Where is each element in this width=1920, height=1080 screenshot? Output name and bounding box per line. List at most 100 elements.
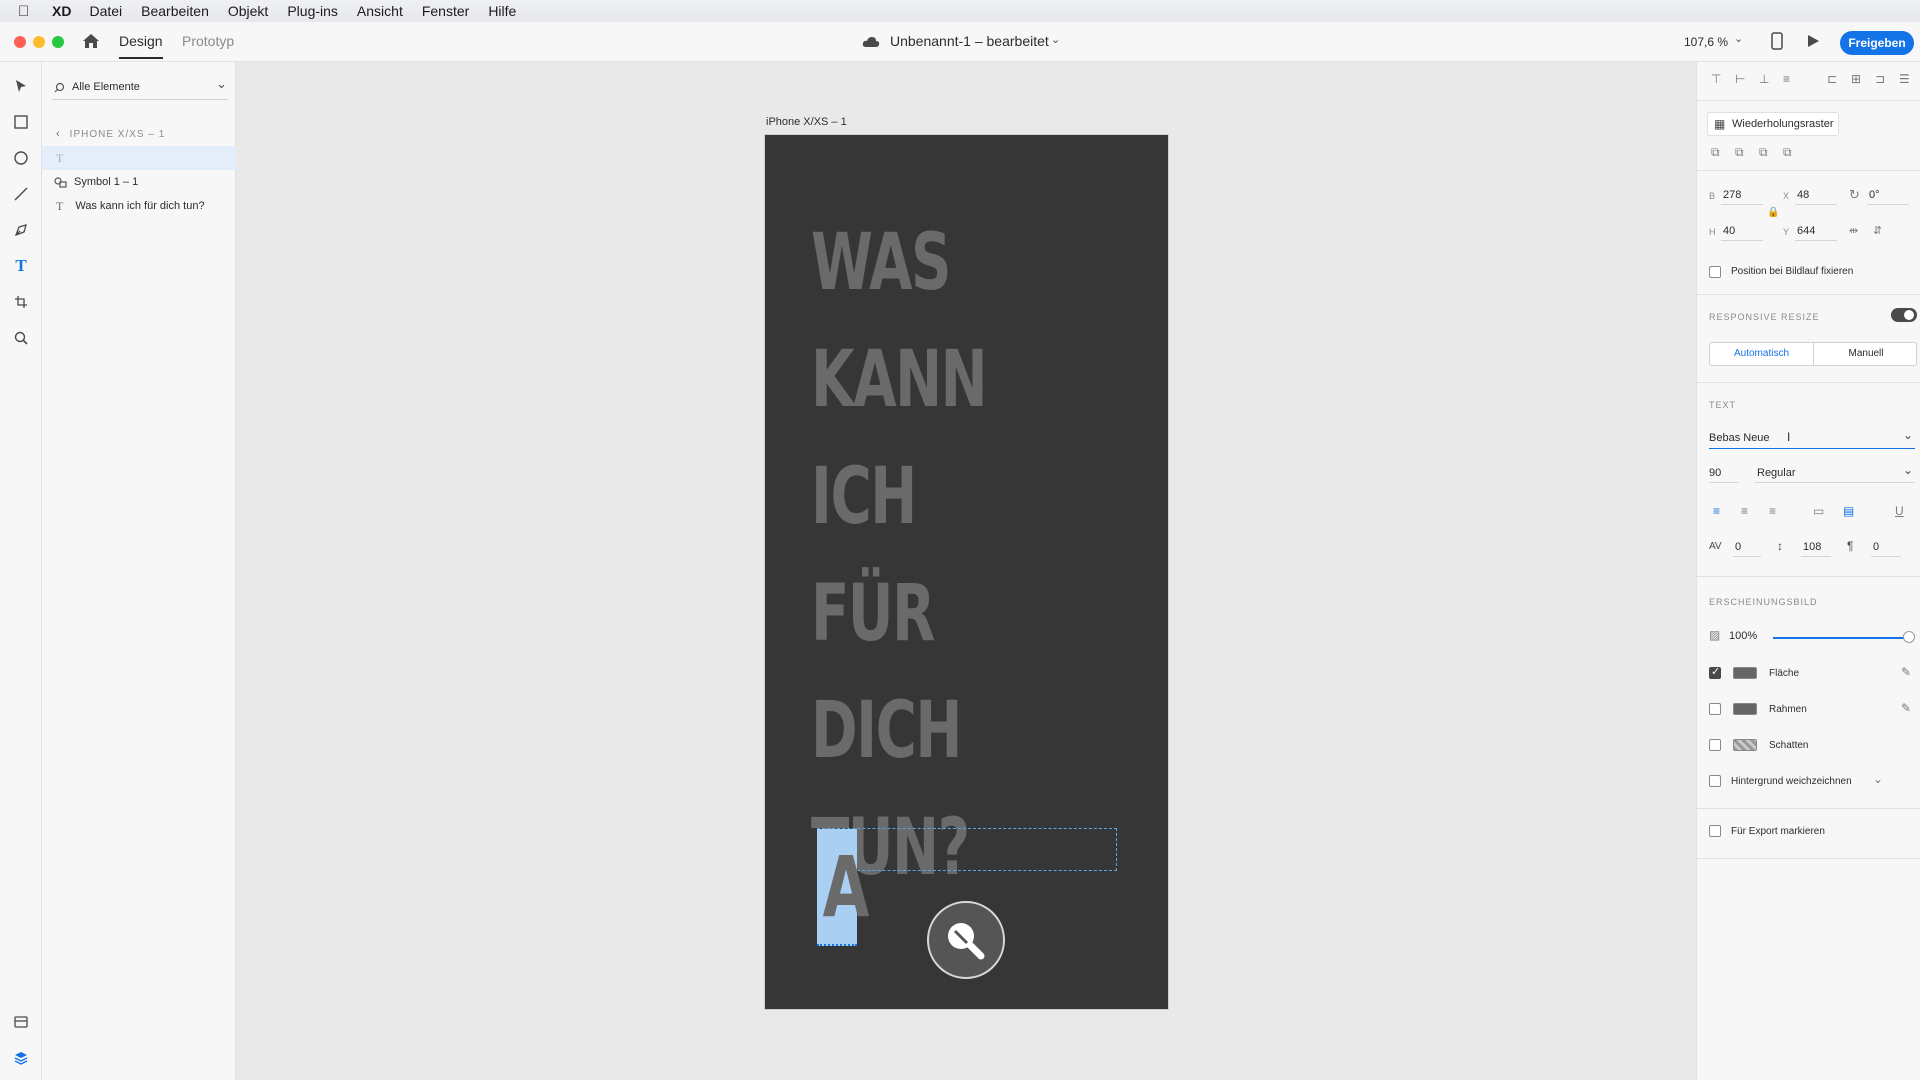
ellipse-tool-icon[interactable] <box>11 148 31 168</box>
divider <box>1697 382 1920 383</box>
flip-horizontal-icon[interactable]: ⇹ <box>1849 224 1858 237</box>
border-checkbox[interactable] <box>1709 703 1721 715</box>
eyedropper-icon[interactable]: ✎ <box>1901 701 1911 715</box>
character-spacing-field[interactable]: 0 <box>1735 541 1741 553</box>
y-field[interactable]: 644 <box>1797 225 1815 237</box>
paragraph-spacing-field[interactable]: 0 <box>1873 541 1879 553</box>
select-tool-icon[interactable] <box>11 76 31 96</box>
lock-icon[interactable]: 🔒 <box>1767 207 1779 218</box>
layers-breadcrumb[interactable]: ‹ IPHONE X/XS – 1 <box>42 122 236 146</box>
layers-icon[interactable] <box>11 1048 31 1068</box>
apple-icon[interactable]:  <box>18 3 40 20</box>
boolean-intersect-icon[interactable]: ⧉ <box>1759 145 1768 160</box>
menu-fenster[interactable]: Fenster <box>422 3 469 19</box>
home-icon[interactable] <box>82 33 100 49</box>
chevron-down-icon[interactable]: ⌄ <box>1051 33 1060 46</box>
repeat-grid-button[interactable]: ▦ Wiederholungsraster <box>1707 112 1839 136</box>
document-title[interactable]: Unbenannt-1 – bearbeitet <box>890 33 1049 49</box>
layer-item[interactable]: T <box>42 146 236 170</box>
opacity-slider-track[interactable] <box>1773 637 1909 639</box>
font-weight-select[interactable]: Regular <box>1757 467 1796 479</box>
responsive-auto-button[interactable]: Automatisch <box>1710 343 1814 365</box>
menu-hilfe[interactable]: Hilfe <box>488 3 516 19</box>
tab-prototype[interactable]: Prototyp <box>182 33 234 49</box>
align-right-icon[interactable]: ⊐ <box>1875 72 1885 86</box>
artboard[interactable]: WAS KANN ICH FÜR DICH TUN? A <box>764 134 1169 1010</box>
rotation-field[interactable]: 0° <box>1869 189 1880 201</box>
eyedropper-icon[interactable]: ✎ <box>1901 665 1911 679</box>
menu-bearbeiten[interactable]: Bearbeiten <box>141 3 209 19</box>
chevron-down-icon[interactable]: ⌄ <box>1903 428 1913 442</box>
rotate-icon: ↻ <box>1849 187 1860 202</box>
responsive-manual-button[interactable]: Manuell <box>1814 343 1918 365</box>
editing-text[interactable]: A <box>823 829 870 946</box>
fill-swatch[interactable] <box>1733 667 1757 679</box>
search-symbol[interactable] <box>927 901 1005 979</box>
x-field[interactable]: 48 <box>1797 189 1809 201</box>
chevron-down-icon[interactable]: ⌄ <box>216 76 227 92</box>
line-tool-icon[interactable] <box>11 184 31 204</box>
boolean-add-icon[interactable]: ⧉ <box>1711 145 1720 160</box>
shadow-checkbox[interactable] <box>1709 739 1721 751</box>
close-window-button[interactable] <box>14 36 26 48</box>
headline-text[interactable]: WAS KANN ICH FÜR DICH TUN? <box>811 205 1056 907</box>
flip-vertical-icon[interactable]: ⇵ <box>1873 224 1882 237</box>
height-field[interactable]: 40 <box>1723 225 1735 237</box>
boolean-exclude-icon[interactable]: ⧉ <box>1783 145 1792 160</box>
menu-plugins[interactable]: Plug-ins <box>287 3 338 19</box>
minimize-window-button[interactable] <box>33 36 45 48</box>
line-spacing-field[interactable]: 108 <box>1803 541 1821 553</box>
pen-tool-icon[interactable] <box>11 220 31 240</box>
layer-item[interactable]: Symbol 1 – 1 <box>42 170 236 194</box>
background-blur-checkbox[interactable] <box>1709 775 1721 787</box>
export-checkbox[interactable] <box>1709 825 1721 837</box>
assets-icon[interactable] <box>11 1012 31 1032</box>
fill-checkbox[interactable] <box>1709 665 1721 679</box>
text-align-left-icon[interactable]: ≡ <box>1713 504 1720 518</box>
layer-search-input[interactable]: Alle Elemente ⌄ <box>52 76 228 100</box>
x-label: X <box>1783 191 1791 201</box>
text-tool-icon[interactable]: T <box>11 256 31 276</box>
underline-icon[interactable]: U <box>1895 504 1904 518</box>
fix-position-checkbox[interactable] <box>1709 266 1721 278</box>
shadow-swatch[interactable] <box>1733 739 1757 751</box>
align-left-icon[interactable]: ⊏ <box>1827 72 1837 86</box>
tab-design[interactable]: Design <box>119 33 163 59</box>
auto-width-icon[interactable]: ▭ <box>1813 504 1824 518</box>
align-top-icon[interactable]: ⊤ <box>1711 72 1721 86</box>
artboard-label[interactable]: iPhone X/XS – 1 <box>766 116 847 128</box>
share-button[interactable]: Freigeben <box>1840 31 1914 55</box>
font-family-select[interactable]: Bebas Neue <box>1709 432 1770 444</box>
layer-item[interactable]: T Was kann ich für dich tun? <box>42 194 236 218</box>
align-middle-icon[interactable]: ⊢ <box>1735 72 1745 86</box>
text-align-right-icon[interactable]: ≡ <box>1769 504 1776 518</box>
chevron-down-icon[interactable]: ⌄ <box>1903 463 1913 477</box>
menu-ansicht[interactable]: Ansicht <box>357 3 403 19</box>
play-icon[interactable] <box>1806 34 1820 48</box>
zoom-level[interactable]: 107,6 % <box>1684 35 1728 49</box>
boolean-subtract-icon[interactable]: ⧉ <box>1735 145 1744 160</box>
align-center-icon[interactable]: ⊞ <box>1851 72 1861 86</box>
responsive-resize-toggle[interactable] <box>1891 308 1917 322</box>
device-preview-icon[interactable] <box>1771 32 1783 50</box>
text-align-center-icon[interactable]: ≡ <box>1741 504 1748 518</box>
width-field[interactable]: 278 <box>1723 189 1741 201</box>
underline <box>1721 240 1763 241</box>
chevron-down-icon[interactable]: ⌄ <box>1873 772 1883 786</box>
align-bottom-icon[interactable]: ⊥ <box>1759 72 1769 86</box>
distribute-vertical-icon[interactable]: ≡ <box>1783 72 1790 86</box>
opacity-slider-handle[interactable] <box>1903 631 1915 643</box>
rectangle-tool-icon[interactable] <box>11 112 31 132</box>
chevron-down-icon[interactable]: ⌄ <box>1734 32 1743 45</box>
zoom-tool-icon[interactable] <box>11 328 31 348</box>
artboard-tool-icon[interactable] <box>11 292 31 312</box>
app-menu[interactable]: XD <box>52 3 71 19</box>
fixed-size-icon[interactable]: ▤ <box>1843 504 1854 518</box>
distribute-horizontal-icon[interactable]: ☰ <box>1899 72 1910 86</box>
zoom-window-button[interactable] <box>52 36 64 48</box>
menu-objekt[interactable]: Objekt <box>228 3 268 19</box>
opacity-field[interactable]: 100% <box>1729 630 1757 642</box>
border-swatch[interactable] <box>1733 703 1757 715</box>
font-size-field[interactable]: 90 <box>1709 467 1721 479</box>
menu-datei[interactable]: Datei <box>89 3 122 19</box>
